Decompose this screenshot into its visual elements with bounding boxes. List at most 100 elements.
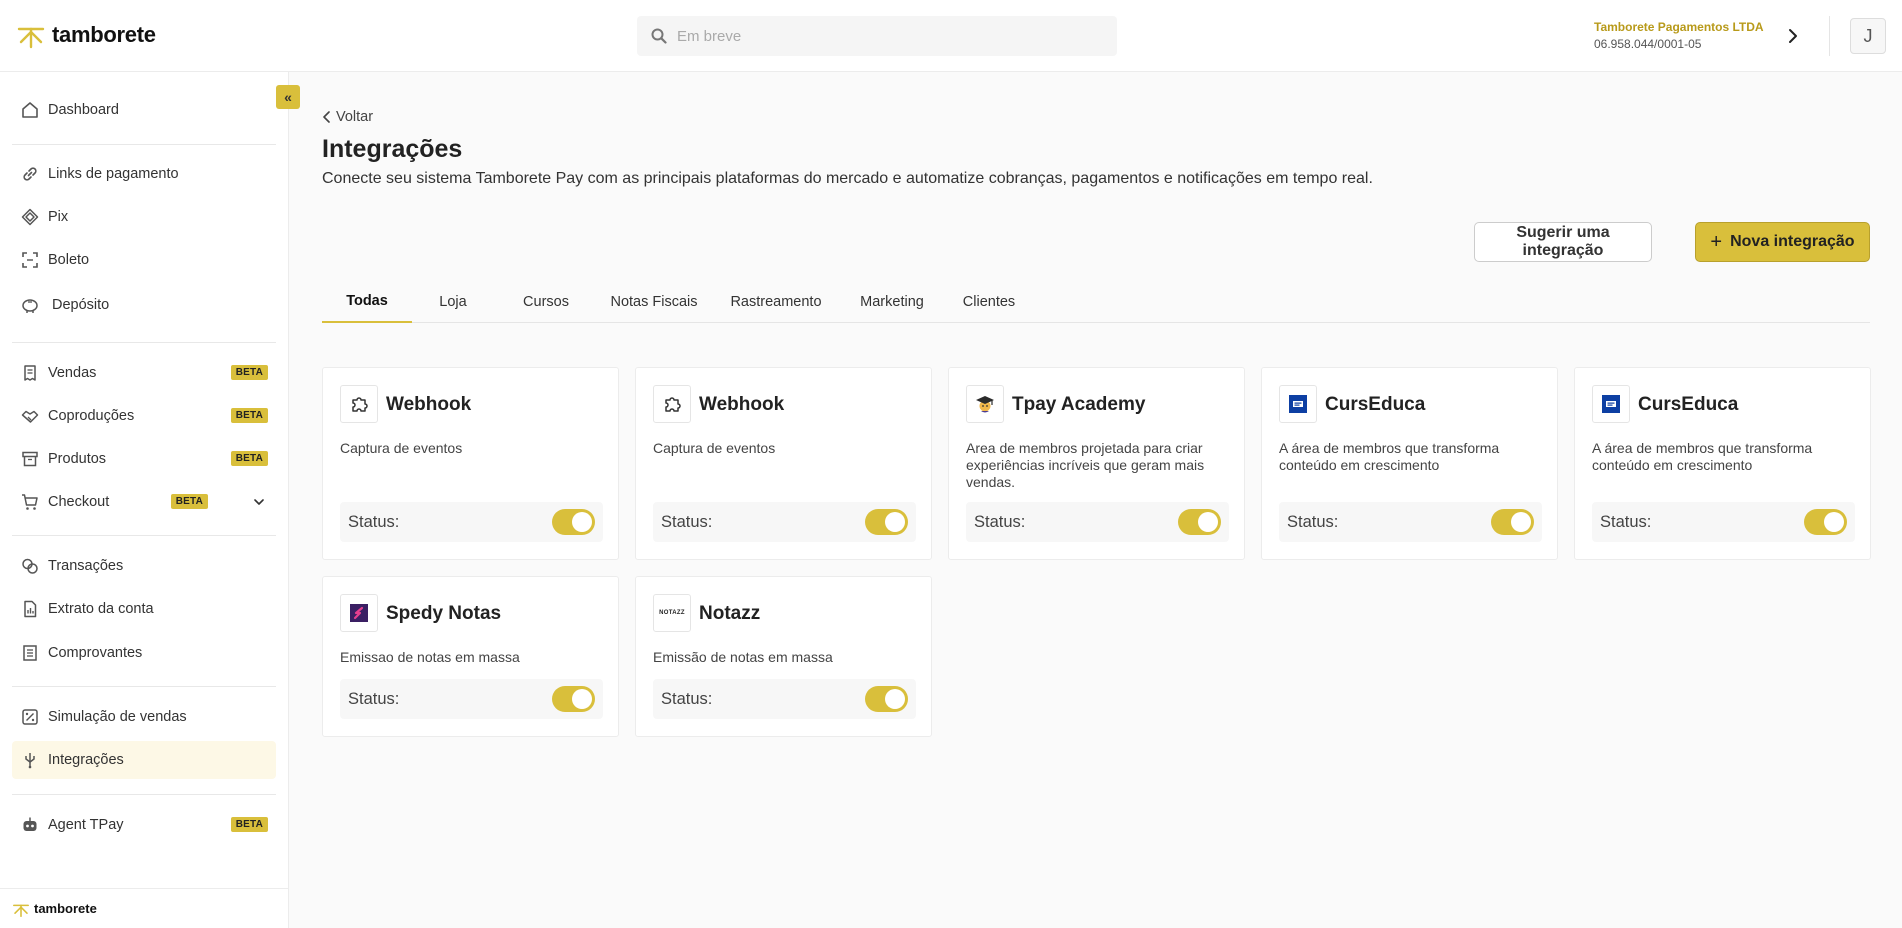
- tab-store[interactable]: Loja: [428, 280, 478, 323]
- suggest-integration-button[interactable]: Sugerir uma integração: [1474, 222, 1652, 262]
- sidebar-item-boleto[interactable]: Boleto: [12, 241, 276, 279]
- status-toggle[interactable]: [865, 686, 908, 712]
- card-logo: [1592, 385, 1630, 423]
- card-status-row: Status:: [1592, 502, 1855, 542]
- sidebar-item-label: Simulação de vendas: [48, 709, 187, 725]
- card-status-row: Status:: [966, 502, 1229, 542]
- card-status-row: Status:: [653, 502, 916, 542]
- card-logo: [340, 385, 378, 423]
- sidebar-item-label: Transações: [48, 558, 124, 574]
- percent-square-icon: [20, 707, 40, 727]
- company-info[interactable]: Tamborete Pagamentos LTDA 06.958.044/000…: [1594, 20, 1764, 51]
- status-toggle[interactable]: [1491, 509, 1534, 535]
- footer-brand-name: tamborete: [34, 901, 97, 916]
- sidebar-item-receipts[interactable]: Comprovantes: [12, 634, 276, 672]
- tab-tracking[interactable]: Rastreamento: [726, 280, 826, 323]
- card-title: Notazz: [699, 603, 761, 624]
- sidebar-divider: [12, 794, 276, 795]
- integration-card-webhook[interactable]: Webhook Captura de eventos Status:: [635, 367, 932, 560]
- toggle-knob: [1511, 512, 1531, 532]
- sidebar-item-transactions[interactable]: Transações: [12, 547, 276, 585]
- puzzle-icon: [352, 397, 368, 412]
- integration-card-curseduca[interactable]: CursEduca A área de membros que transfor…: [1574, 367, 1871, 560]
- toggle-knob: [572, 689, 592, 709]
- sidebar-item-sales[interactable]: Vendas BETA: [12, 354, 276, 392]
- handshake-icon: [20, 406, 40, 426]
- new-integration-label: Nova integração: [1730, 233, 1855, 250]
- sidebar-item-pix[interactable]: Pix: [12, 198, 276, 236]
- status-toggle[interactable]: [1804, 509, 1847, 535]
- pix-icon: [20, 207, 40, 227]
- collapse-sidebar-button[interactable]: «: [276, 85, 300, 109]
- status-toggle[interactable]: [1178, 509, 1221, 535]
- status-label: Status:: [348, 512, 400, 531]
- user-avatar[interactable]: J: [1850, 18, 1886, 54]
- sidebar-item-payment-links[interactable]: Links de pagamento: [12, 155, 276, 193]
- card-status-row: Status:: [653, 679, 916, 719]
- card-title: Webhook: [699, 394, 785, 415]
- card-logo: [340, 594, 378, 632]
- integration-card-webhook[interactable]: Webhook Captura de eventos Status:: [322, 367, 619, 560]
- tab-courses[interactable]: Cursos: [518, 280, 574, 323]
- shopping-cart-icon: [20, 492, 40, 512]
- sidebar-item-account-statement[interactable]: Extrato da conta: [12, 590, 276, 628]
- sidebar-item-label: Links de pagamento: [48, 166, 179, 182]
- beta-badge: BETA: [230, 451, 268, 466]
- sidebar-item-label: Depósito: [52, 297, 110, 313]
- status-label: Status:: [348, 689, 400, 708]
- sidebar-item-deposit[interactable]: Depósito: [12, 286, 276, 324]
- tab-invoices[interactable]: Notas Fiscais: [604, 280, 704, 323]
- brand-logo[interactable]: tamborete: [16, 20, 156, 50]
- graduation-cap-icon: [976, 396, 994, 413]
- status-toggle[interactable]: [552, 686, 595, 712]
- card-description: Emissão de notas em massa: [653, 649, 833, 665]
- link-icon: [20, 164, 40, 184]
- toggle-knob: [1198, 512, 1218, 532]
- notazz-logo-text: NOTAZZ: [659, 610, 685, 616]
- sidebar-item-label: Extrato da conta: [48, 601, 154, 617]
- search-box[interactable]: [637, 16, 1117, 56]
- sidebar-item-products[interactable]: Produtos BETA: [12, 440, 276, 478]
- back-link[interactable]: Voltar: [322, 109, 373, 125]
- toggle-knob: [885, 689, 905, 709]
- card-status-row: Status:: [1279, 502, 1542, 542]
- sidebar-item-dashboard[interactable]: Dashboard: [12, 91, 276, 129]
- document-chart-icon: [20, 599, 40, 619]
- card-description: Area de membros projetada para criar exp…: [966, 440, 1205, 490]
- integration-card-spedy-notas[interactable]: Spedy Notas Emissao de notas em massa St…: [322, 576, 619, 737]
- integration-card-curseduca[interactable]: CursEduca A área de membros que transfor…: [1261, 367, 1558, 560]
- card-title: Webhook: [386, 394, 472, 415]
- card-status-row: Status:: [340, 679, 603, 719]
- sidebar-item-agent-tpay[interactable]: Agent TPay BETA: [12, 806, 276, 844]
- tab-clients[interactable]: Clientes: [956, 280, 1022, 323]
- chevron-down-icon[interactable]: [252, 495, 266, 509]
- sidebar-item-label: Integrações: [48, 752, 124, 768]
- sidebar-divider: [12, 535, 276, 536]
- sidebar-divider: [12, 342, 276, 343]
- brand-mark-icon: [17, 27, 45, 49]
- search-icon: [651, 28, 667, 44]
- tab-marketing[interactable]: Marketing: [854, 280, 930, 323]
- sidebar-item-checkout[interactable]: Checkout BETA: [12, 483, 276, 521]
- integration-card-notazz[interactable]: NOTAZZ Notazz Emissão de notas em massa …: [635, 576, 932, 737]
- new-integration-button[interactable]: + Nova integração: [1695, 222, 1870, 262]
- status-label: Status:: [1600, 512, 1652, 531]
- card-title: CursEduca: [1638, 394, 1739, 415]
- status-toggle[interactable]: [865, 509, 908, 535]
- plus-icon: +: [1710, 231, 1723, 253]
- chevron-right-icon: [1789, 29, 1797, 43]
- status-toggle[interactable]: [552, 509, 595, 535]
- integration-card-tpay-academy[interactable]: Tpay Academy Area de membros projetada p…: [948, 367, 1245, 560]
- tab-all[interactable]: Todas: [322, 280, 412, 323]
- sidebar-item-coproductions[interactable]: Coproduções BETA: [12, 397, 276, 435]
- company-switch-button[interactable]: [1783, 24, 1803, 48]
- card-description: A área de membros que transforma conteúd…: [1279, 440, 1500, 473]
- brand-name: tamborete: [52, 22, 156, 47]
- header-divider: [1829, 16, 1830, 56]
- sidebar-item-integrations[interactable]: Integrações: [12, 741, 276, 779]
- coins-icon: [20, 556, 40, 576]
- sidebar-item-sales-simulation[interactable]: Simulação de vendas: [12, 698, 276, 736]
- notazz-logo-icon: NOTAZZ: [653, 594, 691, 632]
- search-input[interactable]: [677, 27, 1097, 45]
- back-label: Voltar: [336, 109, 374, 125]
